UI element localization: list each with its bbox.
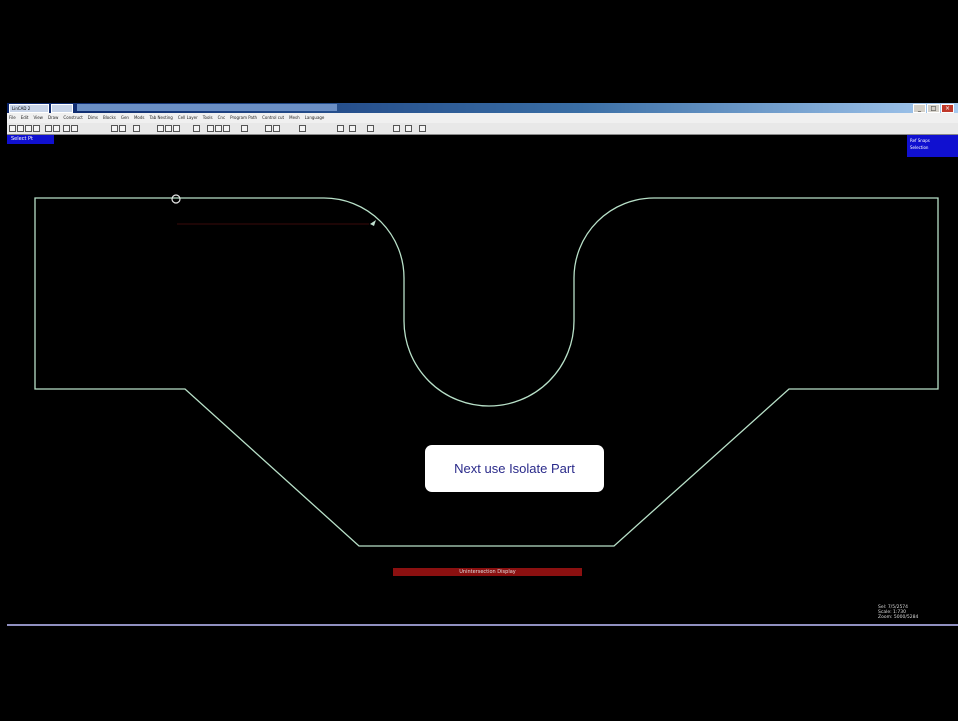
callout-text: Next use Isolate Part [454,461,575,476]
part-outline[interactable] [34,197,939,547]
direction-arrow-icon [370,220,376,226]
readout-line-3: Zoom: 5000/5284 [878,615,919,620]
cad-window: LinCAD 2 _ □ × File Edit View Draw Const… [7,103,958,626]
instruction-callout: Next use Isolate Part [425,445,604,492]
coordinate-readout: Sel: 7/5/2574 Scale: 1:730 Zoom: 5000/52… [878,605,918,620]
unintersection-banner: Unintersection Display [393,568,582,576]
drawing-canvas[interactable] [7,103,958,626]
start-point-marker[interactable] [171,194,181,204]
canvas-bottom-border [7,624,958,626]
